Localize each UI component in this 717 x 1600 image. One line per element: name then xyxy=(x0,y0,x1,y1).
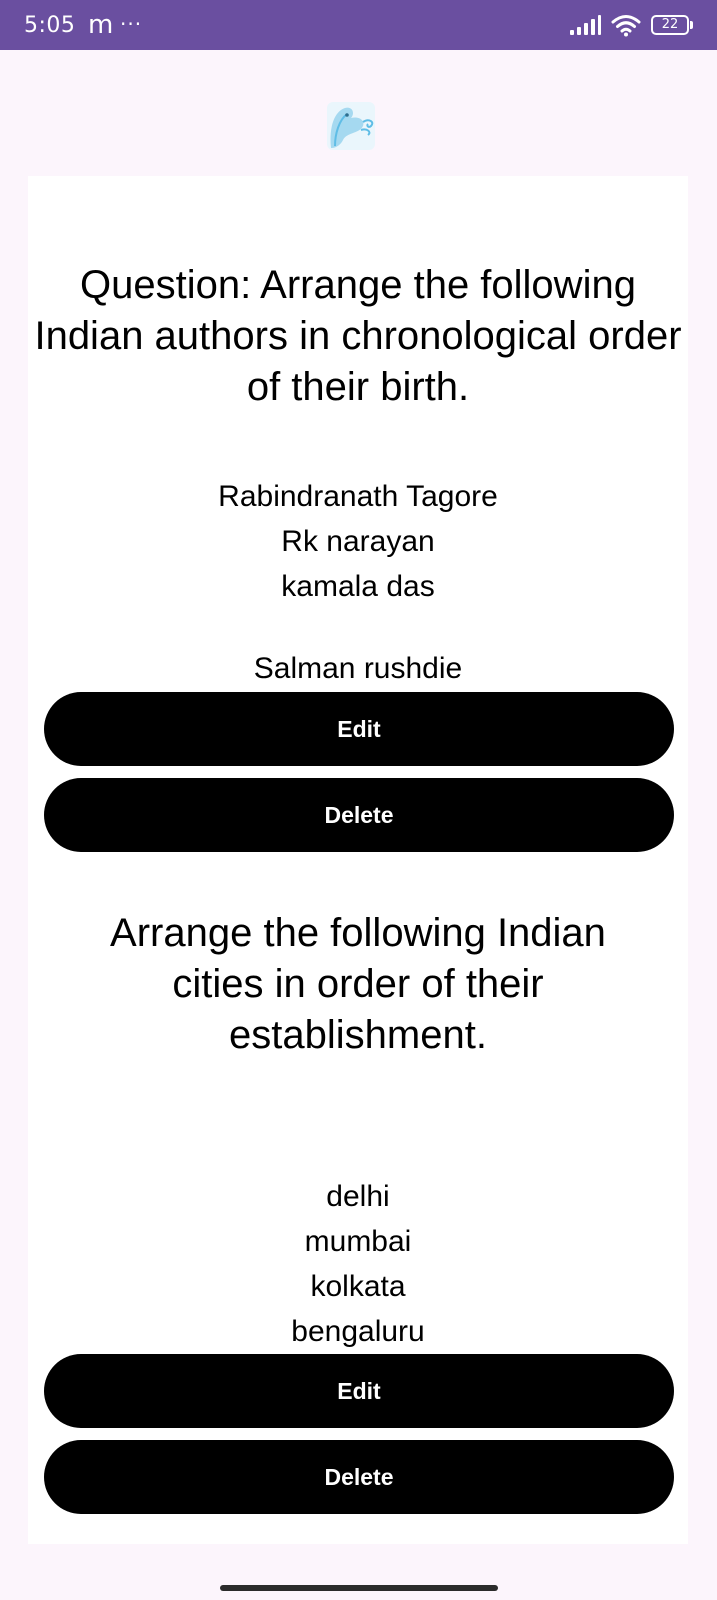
question-2-option-3: kolkata xyxy=(310,1270,406,1303)
status-time: 5:05 xyxy=(24,13,76,38)
question-1-option-1: Rabindranath Tagore xyxy=(218,480,498,513)
question-2-text: Arrange the following Indian cities in o… xyxy=(110,911,606,1057)
question-1-option-3: kamala das xyxy=(281,570,435,603)
battery-level: 22 xyxy=(651,15,689,35)
question-2-option-2: mumbai xyxy=(304,1225,412,1258)
question-1-text: Question: Arrange the following Indian a… xyxy=(34,263,682,409)
status-icons: 22 xyxy=(569,12,693,38)
home-indicator[interactable] xyxy=(220,1585,498,1591)
question-1-option-2: Rk narayan xyxy=(281,525,435,558)
battery-icon: 22 xyxy=(651,15,693,35)
question-2-delete-button[interactable]: Delete xyxy=(44,1440,674,1514)
question-1-delete-button[interactable]: Delete xyxy=(44,778,674,852)
bird-logo-icon xyxy=(327,102,375,150)
question-2-option-4: bengaluru xyxy=(291,1315,425,1348)
question-2-option-1: delhi xyxy=(326,1180,390,1213)
wifi-icon xyxy=(611,15,641,37)
question-1-option-4: Salman rushdie xyxy=(253,652,463,685)
question-1-edit-button[interactable]: Edit xyxy=(44,692,674,766)
app-notification-icon: m xyxy=(88,10,114,40)
questions-list: Question: Arrange the following Indian a… xyxy=(28,176,688,1544)
question-1-options: Rabindranath Tagore Rk narayan kamala da… xyxy=(28,474,688,691)
status-bar: 5:05 m ··· 22 xyxy=(0,0,717,50)
signal-icon xyxy=(570,15,601,35)
question-2-edit-button[interactable]: Edit xyxy=(44,1354,674,1428)
question-2-options: delhi mumbai kolkata bengaluru xyxy=(28,1174,688,1354)
more-notifications-icon: ··· xyxy=(120,12,143,36)
